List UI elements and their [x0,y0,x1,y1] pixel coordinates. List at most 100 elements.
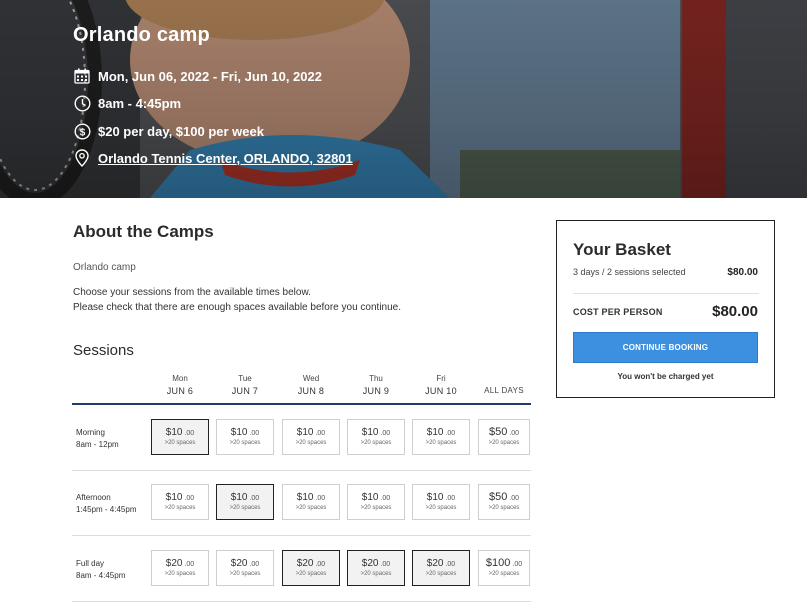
session-slot[interactable]: $10.00 >20 spaces [282,419,340,455]
svg-text:$: $ [79,127,85,138]
day-header-tue: Tue JUN 7 [216,374,274,396]
session-name: Full day [76,559,105,568]
slot-price: $10 [230,492,248,503]
session-slot[interactable]: $20.00 >20 spaces [216,550,274,586]
row-divider [72,601,531,602]
continue-booking-button[interactable]: CONTINUE BOOKING [573,332,758,363]
basket-summary-price: $80.00 [727,267,758,278]
slot-price: $20 [165,558,183,569]
day-date: JUN 7 [231,386,259,396]
slot-price: $20 [426,558,444,569]
instruction-line: Please check that there are enough space… [73,302,401,313]
slot-cents: .00 [315,495,326,502]
session-slot[interactable]: $20.00 >20 spaces [282,550,340,586]
slot-cents: .00 [512,561,523,568]
slot-cents: .00 [249,495,260,502]
day-header-fri: Fri JUN 10 [412,374,470,396]
session-label-morning: Morning 8am - 12pm [76,427,119,451]
slot-spaces: >20 spaces [488,571,520,577]
slot-cents: .00 [249,430,260,437]
row-divider [72,470,531,471]
session-slot[interactable]: $10.00 >20 spaces [412,419,470,455]
slot-spaces: >20 spaces [295,571,327,577]
location-row: Orlando Tennis Center, ORLANDO, 32801 [73,149,353,167]
day-date: JUN 9 [362,386,390,396]
clock-icon [73,94,91,112]
slot-spaces: >20 spaces [229,571,261,577]
sessions-heading: Sessions [73,342,134,359]
all-days-slot[interactable]: $50.00 >20 spaces [478,484,530,520]
slot-price: $10 [296,427,314,438]
day-name: Tue [238,374,252,383]
session-label-full-day: Full day 8am - 4:45pm [76,558,125,582]
slot-price: $10 [361,427,379,438]
slot-cents: .00 [380,495,391,502]
table-header-divider [72,403,531,405]
slot-spaces: >20 spaces [164,505,196,511]
session-slot[interactable]: $10.00 >20 spaces [151,419,209,455]
slot-price: $10 [426,427,444,438]
slot-price: $20 [296,558,314,569]
slot-price: $100 [485,557,511,569]
all-days-slot[interactable]: $100.00 >20 spaces [478,550,530,586]
session-slot[interactable]: $10.00 >20 spaces [347,419,405,455]
day-header-wed: Wed JUN 8 [282,374,340,396]
slot-price: $20 [361,558,379,569]
day-name: Wed [302,374,320,383]
basket-divider [573,293,759,294]
session-slot[interactable]: $20.00 >20 spaces [347,550,405,586]
cost-per-person-label: COST PER PERSON [573,307,663,317]
slot-spaces: >20 spaces [488,440,520,446]
slot-price: $50 [488,426,508,438]
session-slot[interactable]: $20.00 >20 spaces [412,550,470,586]
session-slot[interactable]: $10.00 >20 spaces [282,484,340,520]
slot-cents: .00 [509,430,520,437]
about-heading: About the Camps [73,222,214,241]
camp-title: Orlando camp [73,24,210,46]
slot-cents: .00 [315,430,326,437]
slot-spaces: >20 spaces [360,571,392,577]
slot-cents: .00 [445,561,456,568]
slot-price: $10 [426,492,444,503]
slot-cents: .00 [184,495,195,502]
slot-spaces: >20 spaces [360,440,392,446]
session-slot[interactable]: $10.00 >20 spaces [216,419,274,455]
slot-price: $50 [488,491,508,503]
session-label-afternoon: Afternoon 1:45pm - 4:45pm [76,492,136,516]
time-row: 8am - 4:45pm [73,94,181,112]
session-slot[interactable]: $10.00 >20 spaces [216,484,274,520]
day-date: JUN 10 [425,386,457,396]
dollar-icon: $ [73,122,91,140]
slot-cents: .00 [380,430,391,437]
slot-cents: .00 [445,495,456,502]
slot-spaces: >20 spaces [164,571,196,577]
time-text: 8am - 4:45pm [98,95,182,111]
session-name: Morning [76,428,105,437]
session-slot[interactable]: $10.00 >20 spaces [347,484,405,520]
instruction-line: Choose your sessions from the available … [73,287,311,298]
slot-spaces: >20 spaces [229,440,261,446]
not-charged-note: You won't be charged yet [617,372,714,381]
session-time: 8am - 12pm [76,440,119,449]
slot-price: $10 [230,427,248,438]
calendar-icon [73,67,91,85]
session-slot[interactable]: $20.00 >20 spaces [151,550,209,586]
basket-title: Your Basket [573,240,671,259]
session-time: 1:45pm - 4:45pm [76,505,137,514]
date-range-text: Mon, Jun 06, 2022 - Fri, Jun 10, 2022 [98,68,322,84]
day-name: Mon [172,374,188,383]
slot-cents: .00 [509,495,520,502]
slot-cents: .00 [445,430,456,437]
day-date: JUN 6 [166,386,194,396]
location-pin-icon [73,149,91,167]
date-range-row: Mon, Jun 06, 2022 - Fri, Jun 10, 2022 [73,67,322,85]
all-days-slot[interactable]: $50.00 >20 spaces [478,419,530,455]
hero-banner: Orlando camp Mon, Jun 06, 2022 - Fri, Ju… [0,0,807,198]
location-link[interactable]: Orlando Tennis Center, ORLANDO, 32801 [98,151,353,166]
slot-price: $10 [165,492,183,503]
session-slot[interactable]: $10.00 >20 spaces [412,484,470,520]
session-slot[interactable]: $10.00 >20 spaces [151,484,209,520]
day-header-mon: Mon JUN 6 [151,374,209,396]
all-days-header: ALL DAYS [484,386,524,395]
slot-price: $10 [296,492,314,503]
